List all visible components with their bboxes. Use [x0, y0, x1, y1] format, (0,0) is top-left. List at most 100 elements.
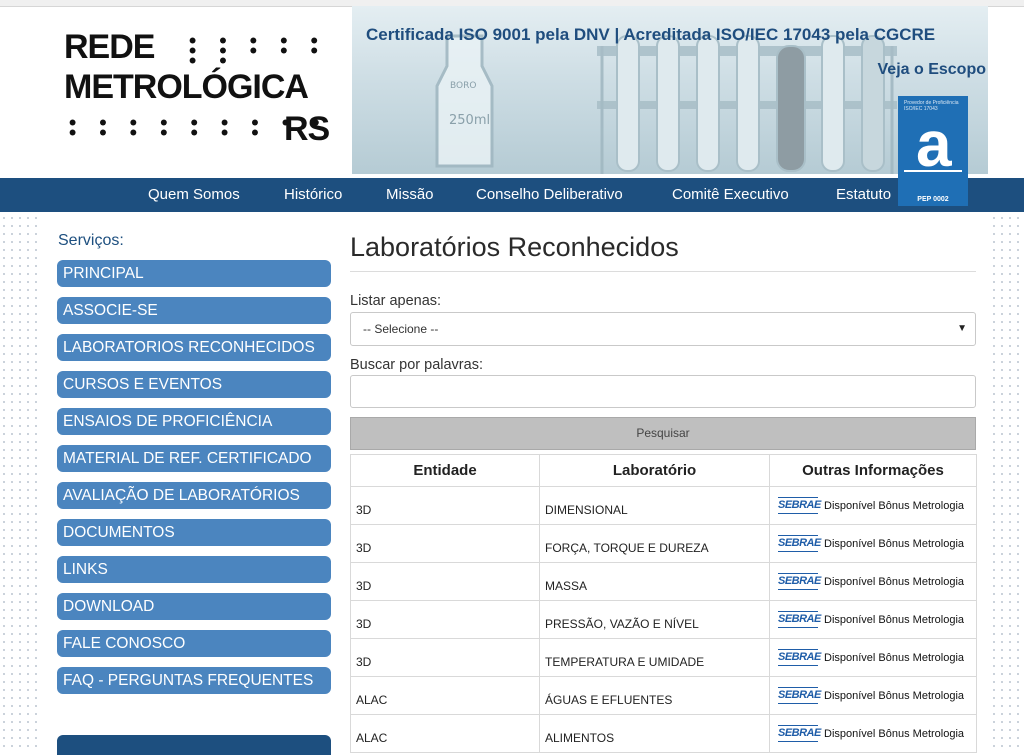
- nav-estatuto[interactable]: Estatuto: [836, 186, 891, 203]
- chevron-down-icon: ▼: [957, 323, 967, 334]
- cell-laboratorio: DIMENSIONAL: [539, 486, 770, 525]
- page-title: Laboratórios Reconhecidos: [350, 232, 679, 262]
- info-content: SEBRAE Disponível Bônus Metrologia: [775, 609, 971, 631]
- cell-laboratorio: TEMPERATURA E UMIDADE: [539, 638, 770, 677]
- sidebar-item-fale-conosco[interactable]: FALE CONOSCO: [57, 630, 331, 657]
- nav-missao[interactable]: Missão: [386, 186, 434, 203]
- sebrae-logo-icon[interactable]: SEBRAE: [778, 647, 821, 669]
- sebrae-logo-text: SEBRAE: [778, 612, 821, 625]
- bonus-metrologia-text: Disponível Bônus Metrologia: [824, 575, 965, 588]
- cell-entidade: 3D: [350, 638, 540, 677]
- sebrae-logo-text: SEBRAE: [778, 574, 821, 587]
- table-header-row: Entidade Laboratório Outras Informações: [350, 454, 977, 487]
- table-row: 3D MASSA SEBRAE Disponível Bônus Metrologia: [350, 562, 977, 601]
- sebrae-logo-text: SEBRAE: [778, 650, 821, 663]
- sidebar-item-documentos[interactable]: DOCUMENTOS: [57, 519, 331, 546]
- top-navigation: Quem Somos Histórico Missão Conselho Del…: [0, 178, 1024, 212]
- info-content: SEBRAE Disponível Bônus Metrologia: [775, 685, 971, 707]
- table-row: 3D FORÇA, TORQUE E DUREZA SEBRAE Disponível…: [350, 524, 977, 563]
- sebrae-logo-icon[interactable]: SEBRAE: [778, 533, 821, 555]
- certification-text: Certificada ISO 9001 pela DNV | Acredita…: [366, 25, 936, 44]
- column-header-laboratorio: Laboratório: [539, 454, 770, 487]
- nav-historico[interactable]: Histórico: [284, 186, 342, 203]
- badge-divider: [904, 170, 962, 182]
- sidebar-item-cursos-e-eventos[interactable]: CURSOS E EVENTOS: [57, 371, 331, 398]
- sebrae-logo-text: SEBRAE: [778, 726, 821, 739]
- sebrae-logo-icon[interactable]: SEBRAE: [778, 723, 821, 745]
- bonus-metrologia-text: Disponível Bônus Metrologia: [824, 651, 965, 664]
- sebrae-logo-icon[interactable]: SEBRAE: [778, 609, 821, 631]
- sidebar-item-links[interactable]: LINKS: [57, 556, 331, 583]
- logo-line-2: METROLÓGICA: [64, 68, 309, 106]
- filter-select-value: -- Selecione --: [363, 322, 439, 336]
- decorative-dots-right: [990, 214, 1024, 747]
- title-divider: [350, 271, 976, 272]
- cell-outras-informacoes: SEBRAE Disponível Bônus Metrologia: [769, 524, 977, 563]
- sebrae-logo-icon[interactable]: SEBRAE: [778, 685, 821, 707]
- svg-text:250ml: 250ml: [449, 113, 490, 128]
- logo-line-3: RS: [284, 110, 330, 148]
- nav-comite-executivo[interactable]: Comitê Executivo: [672, 186, 789, 203]
- cell-laboratorio: MASSA: [539, 562, 770, 601]
- cell-laboratorio: FORÇA, TORQUE E DUREZA: [539, 524, 770, 563]
- table-row: 3D TEMPERATURA E UMIDADE SEBRAE Disponível …: [350, 638, 977, 677]
- table-row: 3D PRESSÃO, VAZÃO E NÍVEL SEBRAE Disponível…: [350, 600, 977, 639]
- cell-laboratorio: ÁGUAS E EFLUENTES: [539, 676, 770, 715]
- info-content: SEBRAE Disponível Bônus Metrologia: [775, 495, 971, 517]
- sebrae-logo-icon[interactable]: SEBRAE: [778, 571, 821, 593]
- sidebar-item-material-de-ref[interactable]: MATERIAL DE REF. CERTIFICADO: [57, 445, 331, 472]
- cell-laboratorio: PRESSÃO, VAZÃO E NÍVEL: [539, 600, 770, 639]
- bonus-metrologia-text: Disponível Bônus Metrologia: [824, 499, 965, 512]
- logo-dots: • • • • • • • • • • • •: [186, 30, 323, 75]
- column-header-outras-informacoes: Outras Informações: [769, 454, 977, 487]
- table-row: ALAC ÁGUAS E EFLUENTES SEBRAE Disponível Bô…: [350, 676, 977, 715]
- sidebar-item-ensaios-de-proficiencia[interactable]: ENSAIOS DE PROFICIÊNCIA: [57, 408, 331, 435]
- nav-quem-somos[interactable]: Quem Somos: [148, 186, 240, 203]
- filter-label: Listar apenas:: [350, 293, 442, 309]
- sidebar-item-avaliacao-de-laboratorios[interactable]: AVALIAÇÃO DE LABORATÓRIOS: [57, 482, 331, 509]
- cell-entidade: 3D: [350, 600, 540, 639]
- cell-outras-informacoes: SEBRAE Disponível Bônus Metrologia: [769, 676, 977, 715]
- bonus-metrologia-text: Disponível Bônus Metrologia: [824, 727, 965, 740]
- bonus-metrologia-text: Disponível Bônus Metrologia: [824, 613, 965, 626]
- filter-select[interactable]: -- Selecione -- ▼: [350, 312, 976, 346]
- header-banner: 250ml BORO Certificada ISO 9001 pela DNV…: [352, 6, 988, 174]
- sebrae-logo-icon[interactable]: SEBRAE: [778, 495, 821, 517]
- bonus-metrologia-text: Disponível Bônus Metrologia: [824, 689, 965, 702]
- cell-outras-informacoes: SEBRAE Disponível Bônus Metrologia: [769, 562, 977, 601]
- badge-letter: a: [916, 108, 952, 180]
- bonus-metrologia-text: Disponível Bônus Metrologia: [824, 537, 965, 550]
- svg-text:BORO: BORO: [450, 81, 476, 91]
- sidebar-title: Serviços:: [58, 232, 124, 249]
- info-content: SEBRAE Disponível Bônus Metrologia: [775, 571, 971, 593]
- nav-conselho-deliberativo[interactable]: Conselho Deliberativo: [476, 186, 623, 203]
- sidebar-item-faq[interactable]: FAQ - PERGUNTAS FREQUENTES: [57, 667, 331, 694]
- sebrae-logo-text: SEBRAE: [778, 498, 821, 511]
- sidebar-item-principal[interactable]: PRINCIPAL: [57, 260, 331, 287]
- column-header-entidade: Entidade: [350, 454, 540, 487]
- site-logo[interactable]: • • • • • • • • • • • • REDE METROLÓGICA…: [60, 22, 345, 152]
- logo-line-1: REDE: [64, 28, 155, 66]
- cell-outras-informacoes: SEBRAE Disponível Bônus Metrologia: [769, 600, 977, 639]
- sebrae-logo-text: SEBRAE: [778, 688, 821, 701]
- scope-link[interactable]: Veja o Escopo: [878, 61, 986, 79]
- table-row: 3D DIMENSIONAL SEBRAE Disponível Bônus Metr…: [350, 486, 977, 525]
- accreditation-badge: Provedor de Proficiência ISO/IEC 17043 a…: [898, 96, 968, 206]
- sidebar-lower-panel: [57, 735, 331, 755]
- cell-entidade: 3D: [350, 562, 540, 601]
- sebrae-logo-text: SEBRAE: [778, 536, 821, 549]
- badge-code: PEP 0002: [917, 196, 949, 203]
- cell-outras-informacoes: SEBRAE Disponível Bônus Metrologia: [769, 638, 977, 677]
- search-label: Buscar por palavras:: [350, 357, 483, 373]
- sidebar-item-download[interactable]: DOWNLOAD: [57, 593, 331, 620]
- decorative-dots-left: [0, 214, 40, 747]
- sidebar-item-laboratorios-reconhecidos[interactable]: LABORATORIOS RECONHECIDOS: [57, 334, 331, 361]
- info-content: SEBRAE Disponível Bônus Metrologia: [775, 647, 971, 669]
- laboratories-table: Entidade Laboratório Outras Informações …: [350, 454, 977, 753]
- cell-entidade: 3D: [350, 524, 540, 563]
- search-button[interactable]: Pesquisar: [350, 417, 976, 450]
- search-input[interactable]: [350, 375, 976, 408]
- info-content: SEBRAE Disponível Bônus Metrologia: [775, 533, 971, 555]
- cell-entidade: 3D: [350, 486, 540, 525]
- sidebar-item-associe-se[interactable]: ASSOCIE-SE: [57, 297, 331, 324]
